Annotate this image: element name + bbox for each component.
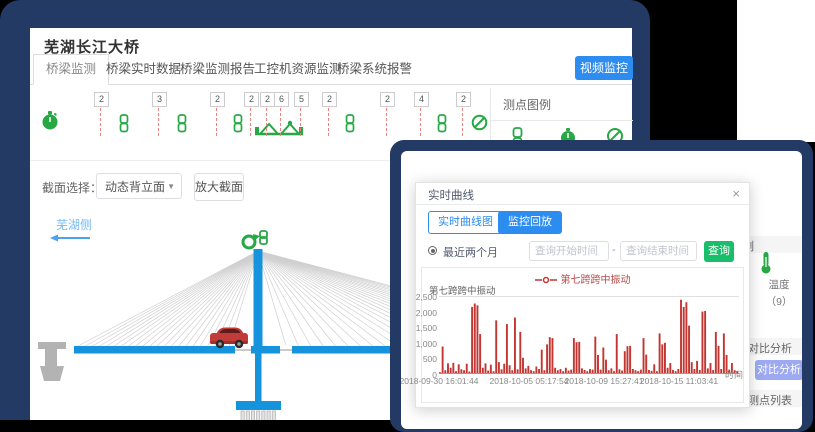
y-axis-title: 第七跨跨中振动 <box>429 283 496 297</box>
sensor-dash-line <box>266 108 267 136</box>
close-icon[interactable]: × <box>732 186 740 201</box>
x-tick-label: 2018-10-15 11:03:41 <box>640 376 718 386</box>
sensor-dash-line <box>216 108 217 136</box>
x-tick-label: 2018-09-30 16:01:44 <box>401 376 478 386</box>
y-tick-label: 1,500 <box>411 323 437 333</box>
bridge-piles <box>241 411 275 420</box>
sensor-dash-line <box>420 108 421 136</box>
sensor-count-badge: 5 <box>294 92 309 107</box>
video-monitor-button[interactable]: 视频监控 <box>575 56 633 80</box>
start-time-input[interactable] <box>529 241 609 261</box>
no-entry-icon[interactable] <box>471 114 488 131</box>
tab-monitoring-playback[interactable]: 监控回放 <box>498 211 562 234</box>
refresh-icon <box>243 236 255 248</box>
background-window <box>737 0 815 142</box>
y-tick-label: 1,000 <box>411 339 437 349</box>
temperature-count: （9） <box>759 294 799 309</box>
sensor-count-badge: 2 <box>244 92 259 107</box>
link-icon[interactable] <box>233 114 244 133</box>
link-icon[interactable] <box>177 114 188 133</box>
range-separator: - <box>612 244 616 256</box>
x-axis-name: 时间 <box>725 368 743 381</box>
section-select-dropdown[interactable]: 动态背立面 ▼ <box>96 173 182 199</box>
tab-system-alarm[interactable]: 桥梁系统报警 <box>325 54 424 84</box>
sensor-dash-line <box>158 108 159 136</box>
sensor-count-badge: 4 <box>414 92 429 107</box>
link-icon[interactable] <box>345 114 356 133</box>
query-button[interactable]: 查询 <box>704 241 734 262</box>
sensor-count-badge: 2 <box>380 92 395 107</box>
end-time-input[interactable] <box>620 241 697 261</box>
x-tick-label: 2018-10-05 05:17:54 <box>490 376 569 386</box>
sensor-dash-line <box>386 108 387 136</box>
sensor-count-badge: 2 <box>456 92 471 107</box>
sensor-count-badge: 2 <box>94 92 109 107</box>
thermometer-icon <box>759 251 773 275</box>
radio-label: 最近两个月 <box>443 244 498 260</box>
zoom-section-button[interactable]: 放大截面 <box>194 173 244 201</box>
vibration-chart: 第七跨跨中振动 第七跨跨中振动 2,5002,0001,5001,0005000… <box>421 267 744 403</box>
legend-text: 第七跨跨中振动 <box>561 275 631 286</box>
sensor-count-badge: 2 <box>322 92 337 107</box>
pile-cap <box>236 401 281 410</box>
section-select-value: 动态背立面 <box>105 180 165 194</box>
realtime-curve-dialog: 实时曲线 × 实时曲线图 监控回放 最近两个月 - 查询 第七跨跨中振动 第七 <box>415 182 750 408</box>
bridge-side-label: 芜湖侧 <box>56 217 92 232</box>
link-icon[interactable] <box>437 114 448 133</box>
sensor-dash-line <box>328 108 329 136</box>
legend-marker-icon <box>535 276 557 284</box>
chevron-down-icon: ▼ <box>167 174 175 200</box>
sensor-count-badge: 2 <box>210 92 225 107</box>
bridge-pier <box>38 342 66 381</box>
x-tick-label: 2018-10-09 15:27:41 <box>565 376 644 386</box>
tab-realtime-curve-chart[interactable]: 实时曲线图 <box>428 211 503 234</box>
temperature-label: 温度 <box>759 277 799 292</box>
radio-last-two-months[interactable] <box>428 246 437 255</box>
compare-analysis-button[interactable]: 对比分析 <box>755 360 802 380</box>
sensor-count-badge: 6 <box>274 92 289 107</box>
sensor-dash-line <box>300 108 301 136</box>
link-icon[interactable] <box>119 114 130 133</box>
y-tick-label: 500 <box>411 354 437 364</box>
sensor-count-badge: 2 <box>260 92 275 107</box>
tower-sensor-icons <box>243 231 267 248</box>
section-select-label: 截面选择： <box>42 179 102 196</box>
sensor-count-badge: 3 <box>152 92 167 107</box>
bridge-tower <box>254 249 263 346</box>
legend-panel-title: 测点图例 <box>491 88 633 121</box>
plot-area <box>439 296 739 374</box>
query-row: 最近两个月 - 查询 <box>416 241 749 263</box>
modal-window: 测点图例 温度 （9） 对比分析 对比分析 测点列表 实时曲线 × 实时曲线图 … <box>390 140 813 432</box>
y-tick-label: 2,500 <box>411 292 437 302</box>
dialog-header: 实时曲线 × <box>416 183 749 205</box>
sensor-dash-line <box>250 108 251 136</box>
stopwatch-icon[interactable] <box>41 110 59 131</box>
temperature-legend-item[interactable]: 温度 （9） <box>759 251 799 309</box>
sensor-dash-line <box>280 108 281 136</box>
sensor-dash-line <box>100 108 101 136</box>
modal-content: 测点图例 温度 （9） 对比分析 对比分析 测点列表 实时曲线 × 实时曲线图 … <box>401 151 802 429</box>
bridge-truss-icon[interactable] <box>254 118 304 138</box>
y-tick-label: 2,000 <box>411 308 437 318</box>
main-tabs-row: 桥梁监测 桥梁实时数据 桥梁监测报告 工控机资源监测 桥梁系统报警 视频监控 <box>30 54 632 85</box>
sensor-dash-line <box>462 108 463 136</box>
dialog-title: 实时曲线 <box>428 187 474 203</box>
